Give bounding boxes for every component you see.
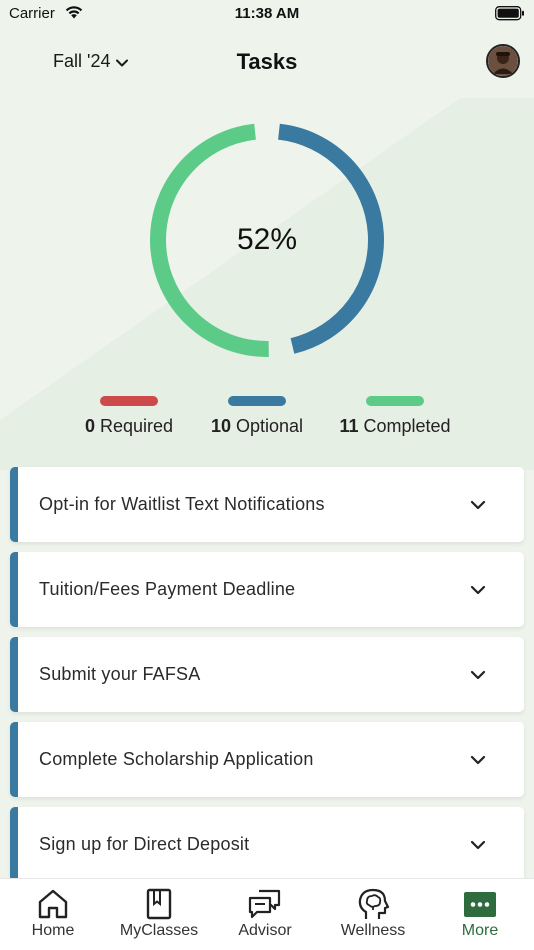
tab-advisor[interactable]: Advisor	[212, 879, 318, 950]
tab-more[interactable]: More	[427, 879, 533, 950]
task-card[interactable]: Sign up for Direct Deposit	[10, 807, 524, 882]
more-dots-icon	[427, 887, 533, 921]
legend-required-swatch	[100, 396, 158, 406]
task-card[interactable]: Complete Scholarship Application	[10, 722, 524, 797]
tab-myclasses-label: MyClasses	[119, 922, 199, 939]
legend-completed-swatch	[366, 396, 424, 406]
task-title: Opt-in for Waitlist Text Notifications	[39, 494, 325, 514]
legend-required: 0 Required	[74, 396, 184, 437]
legend-optional: 10 Optional	[200, 396, 314, 437]
chevron-down-icon[interactable]	[470, 497, 486, 515]
task-card[interactable]: Submit your FAFSA	[10, 637, 524, 712]
task-title: Submit your FAFSA	[39, 664, 201, 684]
optional-label: Optional	[236, 416, 304, 436]
chat-bubbles-icon	[212, 887, 318, 921]
tab-more-label: More	[461, 922, 499, 939]
battery-icon	[495, 6, 525, 26]
legend-optional-swatch	[228, 396, 286, 406]
tab-home-label: Home	[31, 922, 75, 939]
tab-wellness[interactable]: Wellness	[320, 879, 426, 950]
chevron-down-icon[interactable]	[470, 752, 486, 770]
avatar[interactable]	[486, 44, 520, 78]
task-title: Tuition/Fees Payment Deadline	[39, 579, 296, 599]
optional-count: 10	[210, 416, 231, 436]
required-count: 0	[84, 416, 95, 436]
task-title: Complete Scholarship Application	[39, 749, 314, 769]
home-icon	[0, 887, 106, 921]
chevron-down-icon[interactable]	[470, 667, 486, 685]
tab-wellness-label: Wellness	[340, 922, 406, 939]
task-card[interactable]: Tuition/Fees Payment Deadline	[10, 552, 524, 627]
task-legend: 0 Required 10 Optional 11 Completed	[0, 396, 534, 446]
tab-home[interactable]: Home	[0, 879, 106, 950]
completed-label: Completed	[363, 416, 451, 436]
chevron-down-icon[interactable]	[470, 837, 486, 855]
status-bar: Carrier 11:38 AM	[0, 0, 534, 30]
completed-count: 11	[339, 416, 359, 436]
tab-advisor-label: Advisor	[238, 922, 292, 939]
tab-myclasses[interactable]: MyClasses	[106, 879, 212, 950]
tab-bar: Home MyClasses Advisor Wellness More	[0, 878, 534, 950]
page-title: Tasks	[236, 49, 298, 74]
legend-completed: 11 Completed	[330, 396, 460, 437]
book-icon	[106, 887, 212, 921]
task-title: Sign up for Direct Deposit	[39, 834, 250, 854]
required-label: Required	[99, 416, 174, 436]
profile-photo-icon	[488, 46, 518, 76]
chevron-down-icon[interactable]	[470, 582, 486, 600]
progress-donut: 52%	[149, 122, 385, 358]
task-card[interactable]: Opt-in for Waitlist Text Notifications	[10, 467, 524, 542]
progress-percent: 52%	[236, 223, 298, 256]
clock-label: 11:38 AM	[234, 5, 300, 22]
header: Fall '24 Tasks	[0, 36, 534, 90]
head-brain-icon	[320, 887, 426, 921]
